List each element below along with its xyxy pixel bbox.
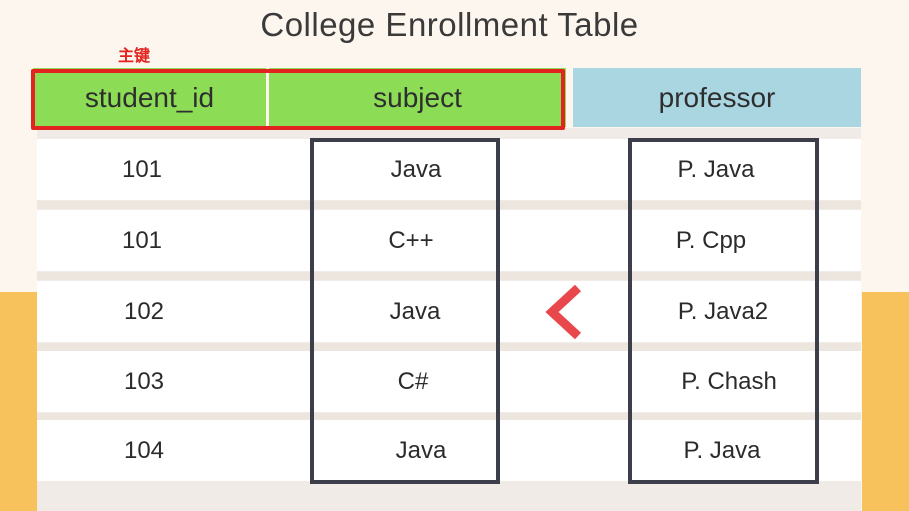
decorative-band-right [862, 292, 909, 511]
decorative-band-left [0, 292, 37, 511]
primary-key-label: 主键 [118, 48, 151, 65]
cell-student-id: 101 [121, 155, 163, 183]
professor-column-box [628, 138, 819, 484]
subject-column-box [310, 138, 500, 484]
cell-student-id: 102 [123, 297, 165, 325]
chevron-left-icon [545, 284, 582, 340]
primary-key-outline [31, 69, 565, 130]
cell-student-id: 101 [121, 226, 163, 254]
cell-student-id: 103 [123, 367, 165, 395]
header-professor: professor [573, 68, 861, 127]
page-title: College Enrollment Table [260, 6, 639, 43]
cell-student-id: 104 [123, 436, 165, 464]
